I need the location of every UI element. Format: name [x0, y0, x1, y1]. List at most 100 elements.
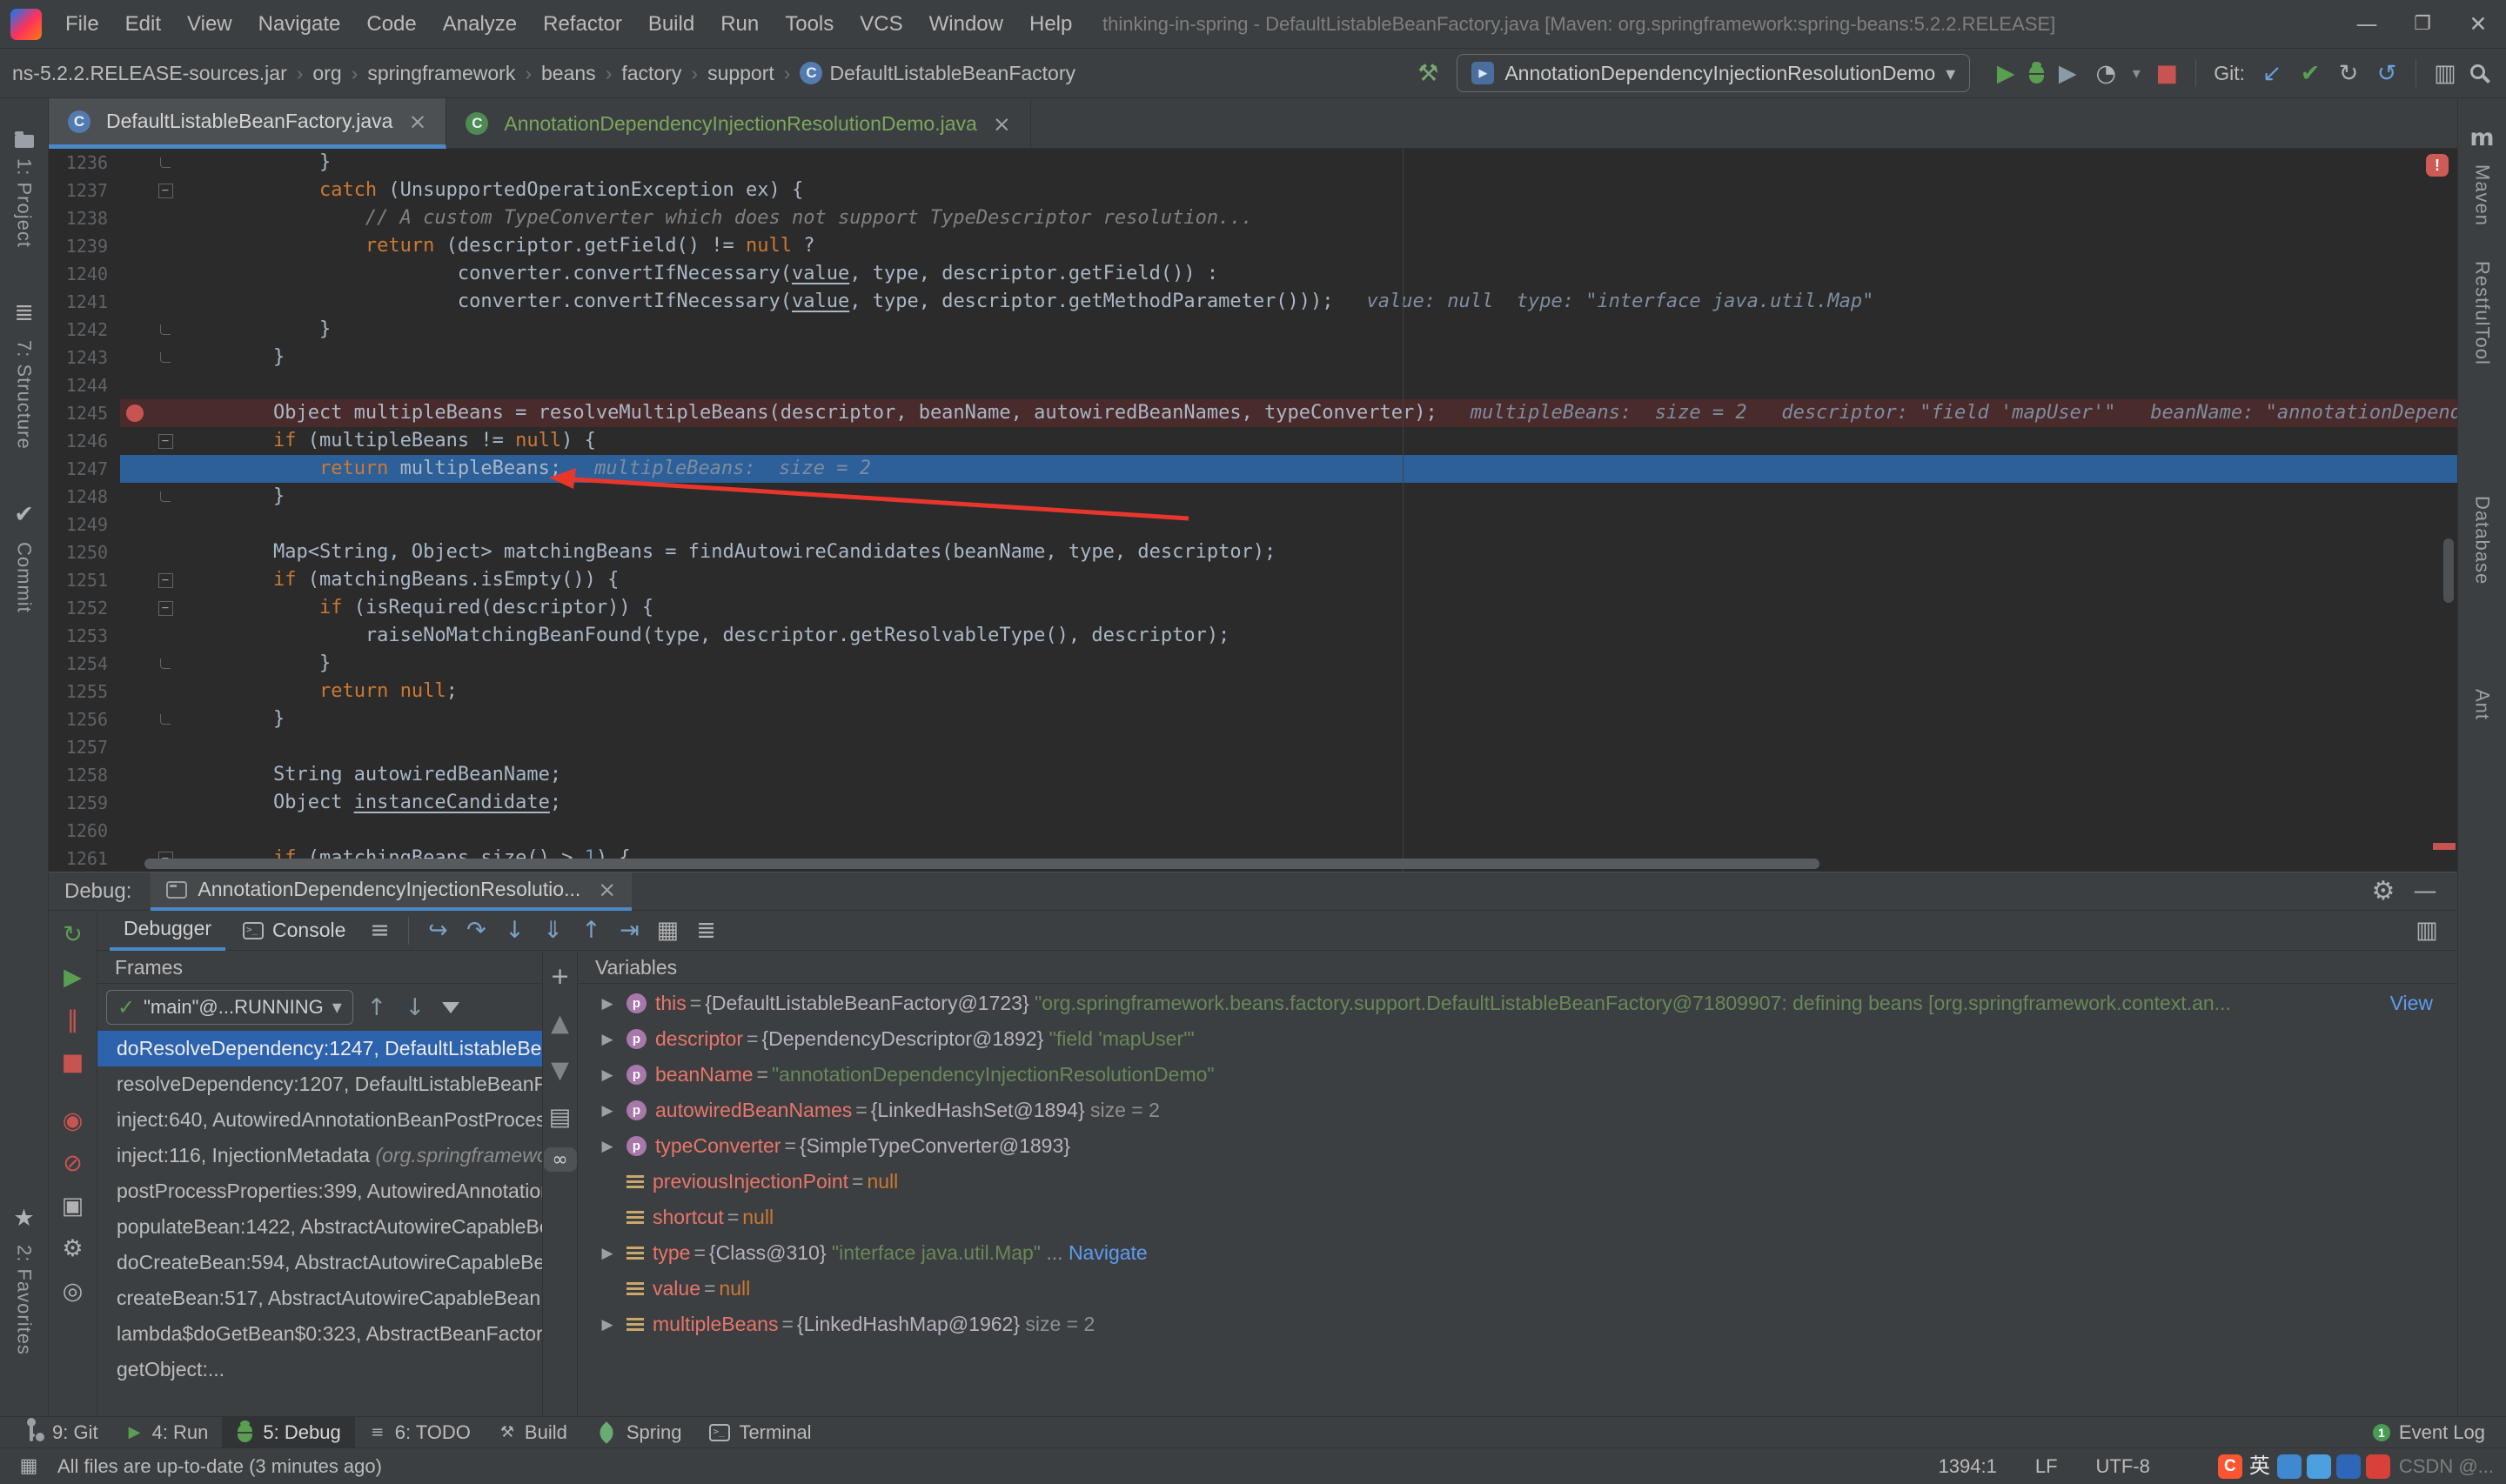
- frame-row[interactable]: getObject:...: [97, 1352, 542, 1387]
- breadcrumb-item-defaultlistablebeanfactory[interactable]: DefaultListableBeanFactory: [829, 62, 1075, 85]
- menu-view[interactable]: View: [174, 0, 245, 49]
- menu-tools[interactable]: Tools: [772, 0, 847, 49]
- tool-stripe-1-project[interactable]: 1: Project: [13, 130, 36, 248]
- run-config-select[interactable]: AnnotationDependencyInjectionResolutionD…: [1457, 54, 1971, 92]
- expand-arrow-icon[interactable]: ▶: [597, 995, 618, 1013]
- menu-navigate[interactable]: Navigate: [245, 0, 354, 49]
- search-everywhere-icon[interactable]: [2470, 64, 2485, 79]
- tool-stripe-database[interactable]: Database: [2471, 496, 2494, 585]
- line-number[interactable]: 1240: [49, 260, 120, 288]
- menu-edit[interactable]: Edit: [112, 0, 174, 49]
- expand-arrow-icon[interactable]: ▶: [597, 1245, 618, 1262]
- line-number[interactable]: 1242: [49, 316, 120, 344]
- toolbar-button-spring[interactable]: Spring: [581, 1417, 696, 1448]
- line-number[interactable]: 1247: [49, 455, 120, 483]
- fold-end-icon[interactable]: [160, 157, 171, 168]
- variable-row-type[interactable]: ▶ type = {Class@310} "interface java.util.M…: [578, 1235, 2457, 1271]
- line-number[interactable]: 1250: [49, 538, 120, 566]
- menu-help[interactable]: Help: [1016, 0, 1085, 49]
- fold-collapse-icon[interactable]: [157, 600, 173, 616]
- prev-frame-icon[interactable]: ↑: [360, 991, 393, 1024]
- tool-stripe-commit[interactable]: ✔ Commit: [8, 498, 41, 612]
- tool-stripe-restfultool[interactable]: RestfulTool: [2471, 261, 2494, 365]
- line-number[interactable]: 1243: [49, 344, 120, 371]
- variable-row-value[interactable]: value = null: [578, 1271, 2457, 1307]
- rollback-icon[interactable]: ↺: [2370, 57, 2403, 90]
- menu-window[interactable]: Window: [916, 0, 1016, 49]
- run-icon[interactable]: ▶: [1989, 57, 2022, 90]
- variable-row-shortcut[interactable]: shortcut = null: [578, 1200, 2457, 1235]
- debug-session-tab[interactable]: AnnotationDependencyInjectionResolutio..…: [151, 872, 633, 911]
- coverage-icon[interactable]: ▶: [2051, 57, 2084, 90]
- window-layout-icon[interactable]: ▥: [2429, 57, 2462, 90]
- step-over-icon[interactable]: ↷: [459, 914, 492, 947]
- line-number[interactable]: 1239: [49, 232, 120, 260]
- line-number[interactable]: 1248: [49, 483, 120, 511]
- more-options-icon[interactable]: ≡: [363, 914, 396, 947]
- commit-icon[interactable]: ✔: [2294, 57, 2327, 90]
- caret-position[interactable]: 1394:1: [1939, 1455, 1997, 1478]
- scroll-down-icon[interactable]: ▼: [544, 1053, 577, 1086]
- fold-end-icon[interactable]: [160, 352, 171, 363]
- line-number[interactable]: 1258: [49, 761, 120, 789]
- line-number[interactable]: 1251: [49, 566, 120, 594]
- fold-collapse-icon[interactable]: [157, 572, 173, 588]
- show-execution-point-icon[interactable]: ↪: [421, 914, 454, 947]
- thread-dump-icon[interactable]: ▣: [57, 1189, 90, 1222]
- tool-stripe-7-structure[interactable]: ≣ 7: Structure: [8, 297, 41, 449]
- variable-row-autowiredbeannames[interactable]: ▶ p autowiredBeanNames = {LinkedHashSet@1894…: [578, 1093, 2457, 1128]
- breakpoint-icon[interactable]: [126, 404, 144, 422]
- watch-return-values-icon[interactable]: ∞: [543, 1147, 577, 1172]
- variable-row-beanname[interactable]: ▶ p beanName = "annotationDependencyInjectio…: [578, 1057, 2457, 1093]
- copy-stack-icon[interactable]: ▤: [544, 1100, 577, 1133]
- menu-vcs[interactable]: VCS: [847, 0, 915, 49]
- line-number[interactable]: 1259: [49, 789, 120, 817]
- vertical-scrollbar[interactable]: [2443, 538, 2454, 603]
- variable-row-this[interactable]: ▶ p this = {DefaultListableBeanFactory@1723}…: [578, 986, 2457, 1021]
- breadcrumb-item-beans[interactable]: beans: [541, 62, 596, 85]
- profiler-caret-icon[interactable]: ▾: [2127, 57, 2145, 90]
- step-into-icon[interactable]: ↓: [498, 914, 531, 947]
- expand-arrow-icon[interactable]: ▶: [597, 1031, 618, 1048]
- line-number[interactable]: 1246: [49, 427, 120, 455]
- toolbar-button-9-git[interactable]: 9: Git: [9, 1417, 112, 1448]
- variable-row-typeconverter[interactable]: ▶ p typeConverter = {SimpleTypeConverter@189…: [578, 1128, 2457, 1164]
- code-editor[interactable]: 1236 }1237 catch (UnsupportedOperationEx…: [49, 149, 2457, 872]
- step-out-icon[interactable]: ↑: [574, 914, 607, 947]
- debugger-settings-icon[interactable]: ⚙: [57, 1232, 90, 1265]
- line-number[interactable]: 1238: [49, 204, 120, 232]
- menu-analyze[interactable]: Analyze: [430, 0, 530, 49]
- tool-window-switcher-icon[interactable]: ▦: [12, 1450, 45, 1483]
- expand-arrow-icon[interactable]: ▶: [597, 1138, 618, 1155]
- frame-row[interactable]: resolveDependency:1207, DefaultListableB…: [97, 1066, 542, 1102]
- settings-gear-icon[interactable]: ⚙: [2367, 875, 2400, 908]
- fold-end-icon[interactable]: [160, 491, 171, 502]
- frame-row[interactable]: populateBean:1422, AbstractAutowireCapab…: [97, 1209, 542, 1245]
- breadcrumb-item-ns-5-2-2-release-sources-jar[interactable]: ns-5.2.2.RELEASE-sources.jar: [12, 62, 287, 85]
- tab-console[interactable]: Console: [229, 911, 359, 951]
- view-as-table-icon[interactable]: ▦: [651, 914, 684, 947]
- frame-row[interactable]: createBean:517, AbstractAutowireCapableB…: [97, 1280, 542, 1316]
- layout-settings-icon[interactable]: ≣: [689, 914, 722, 947]
- menu-refactor[interactable]: Refactor: [530, 0, 635, 49]
- line-number[interactable]: 1260: [49, 817, 120, 845]
- breadcrumb-item-org[interactable]: org: [312, 62, 341, 85]
- frame-row[interactable]: inject:116, InjectionMetadata (org.sprin…: [97, 1138, 542, 1173]
- line-number[interactable]: 1252: [49, 594, 120, 622]
- close-tab-icon[interactable]: ×: [408, 109, 426, 134]
- line-number[interactable]: 1253: [49, 622, 120, 650]
- tool-stripe-2-favorites[interactable]: ★ 2: Favorites: [8, 1201, 41, 1355]
- tool-stripe-ant[interactable]: Ant: [2471, 689, 2494, 720]
- frame-row[interactable]: doResolveDependency:1247, DefaultListabl…: [97, 1031, 542, 1066]
- frame-row[interactable]: postProcessProperties:399, AutowiredAnno…: [97, 1173, 542, 1209]
- fold-end-icon[interactable]: [160, 714, 171, 725]
- force-step-into-icon[interactable]: ⇓: [536, 914, 569, 947]
- build-hammer-icon[interactable]: ⚒: [1411, 57, 1444, 90]
- variable-row-multiplebeans[interactable]: ▶ multipleBeans = {LinkedHashMap@1962} size…: [578, 1307, 2457, 1342]
- pause-program-icon[interactable]: ‖: [57, 1003, 90, 1036]
- breadcrumb-item-springframework[interactable]: springframework: [367, 62, 515, 85]
- close-window-icon[interactable]: [2450, 0, 2506, 49]
- view-link[interactable]: View: [2390, 992, 2433, 1015]
- history-icon[interactable]: ↻: [2332, 57, 2365, 90]
- minimize-window-icon[interactable]: [2339, 0, 2395, 49]
